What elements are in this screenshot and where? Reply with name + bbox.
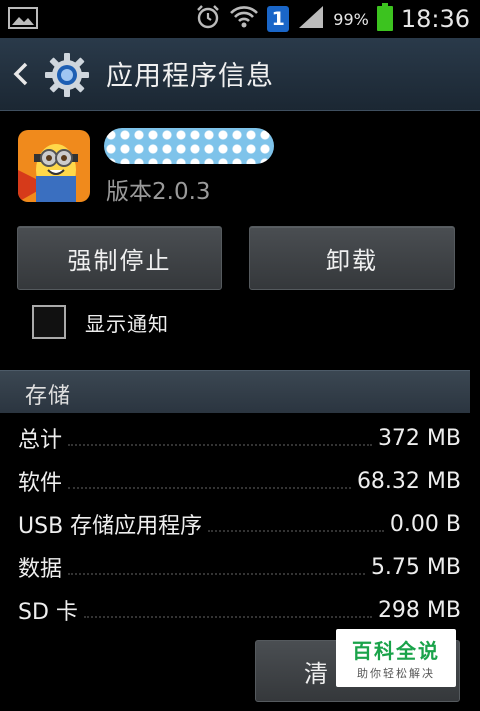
watermark-logo: 百科全说 助你轻松解决 [336,629,456,687]
leader-dots [68,487,351,489]
row-value: 0.00 B [389,511,461,537]
watermark-tagline: 助你轻松解决 [357,667,435,680]
row-label: 总计 [18,428,63,453]
row-label: USB 存储应用程序 [18,514,203,539]
row-label: 软件 [18,471,63,496]
leader-dots [208,530,384,532]
clock: 18:36 [400,5,470,33]
section-title: 存储 [25,384,72,409]
leader-dots [68,573,365,575]
battery-percent: 99% [333,9,369,29]
storage-row-total: 总计 372 MB [18,419,461,457]
show-notifications-label: 显示通知 [85,312,169,336]
status-icons: 1 99% 18:36 [195,0,470,38]
alarm-icon [195,4,221,34]
row-value: 5.75 MB [370,554,461,580]
settings-gear-icon[interactable] [44,52,90,98]
show-notifications-checkbox[interactable] [32,305,66,339]
storage-row-data: 数据 5.75 MB [18,548,461,586]
row-label: SD 卡 [18,600,78,625]
status-bar: 1 99% 18:36 [0,0,480,38]
gallery-notification-icon [8,6,38,30]
force-stop-button[interactable]: 强制停止 [17,226,222,290]
leader-dots [68,444,372,446]
action-bar: 应用程序信息 [0,38,480,111]
leader-dots [83,616,372,618]
storage-row-usb: USB 存储应用程序 0.00 B [18,505,461,543]
signal-icon [297,4,325,34]
storage-row-app: 软件 68.32 MB [18,462,461,500]
app-icon [18,130,90,202]
row-value: 68.32 MB [356,468,461,494]
row-value: 298 MB [377,597,461,623]
uninstall-button[interactable]: 卸载 [249,226,455,290]
back-chevron-icon[interactable] [10,60,32,88]
app-version: 版本2.0.3 [106,179,211,205]
watermark-brand: 百科全说 [352,639,440,663]
page-title: 应用程序信息 [106,61,274,92]
wifi-icon [229,4,259,34]
row-label: 数据 [18,557,63,582]
row-value: 372 MB [377,425,461,451]
storage-section-header: 存储 [0,370,470,413]
battery-icon [376,3,393,35]
notification-badge: 1 [267,6,290,32]
storage-row-sd: SD 卡 298 MB [18,591,461,629]
app-name-redacted [104,128,274,164]
